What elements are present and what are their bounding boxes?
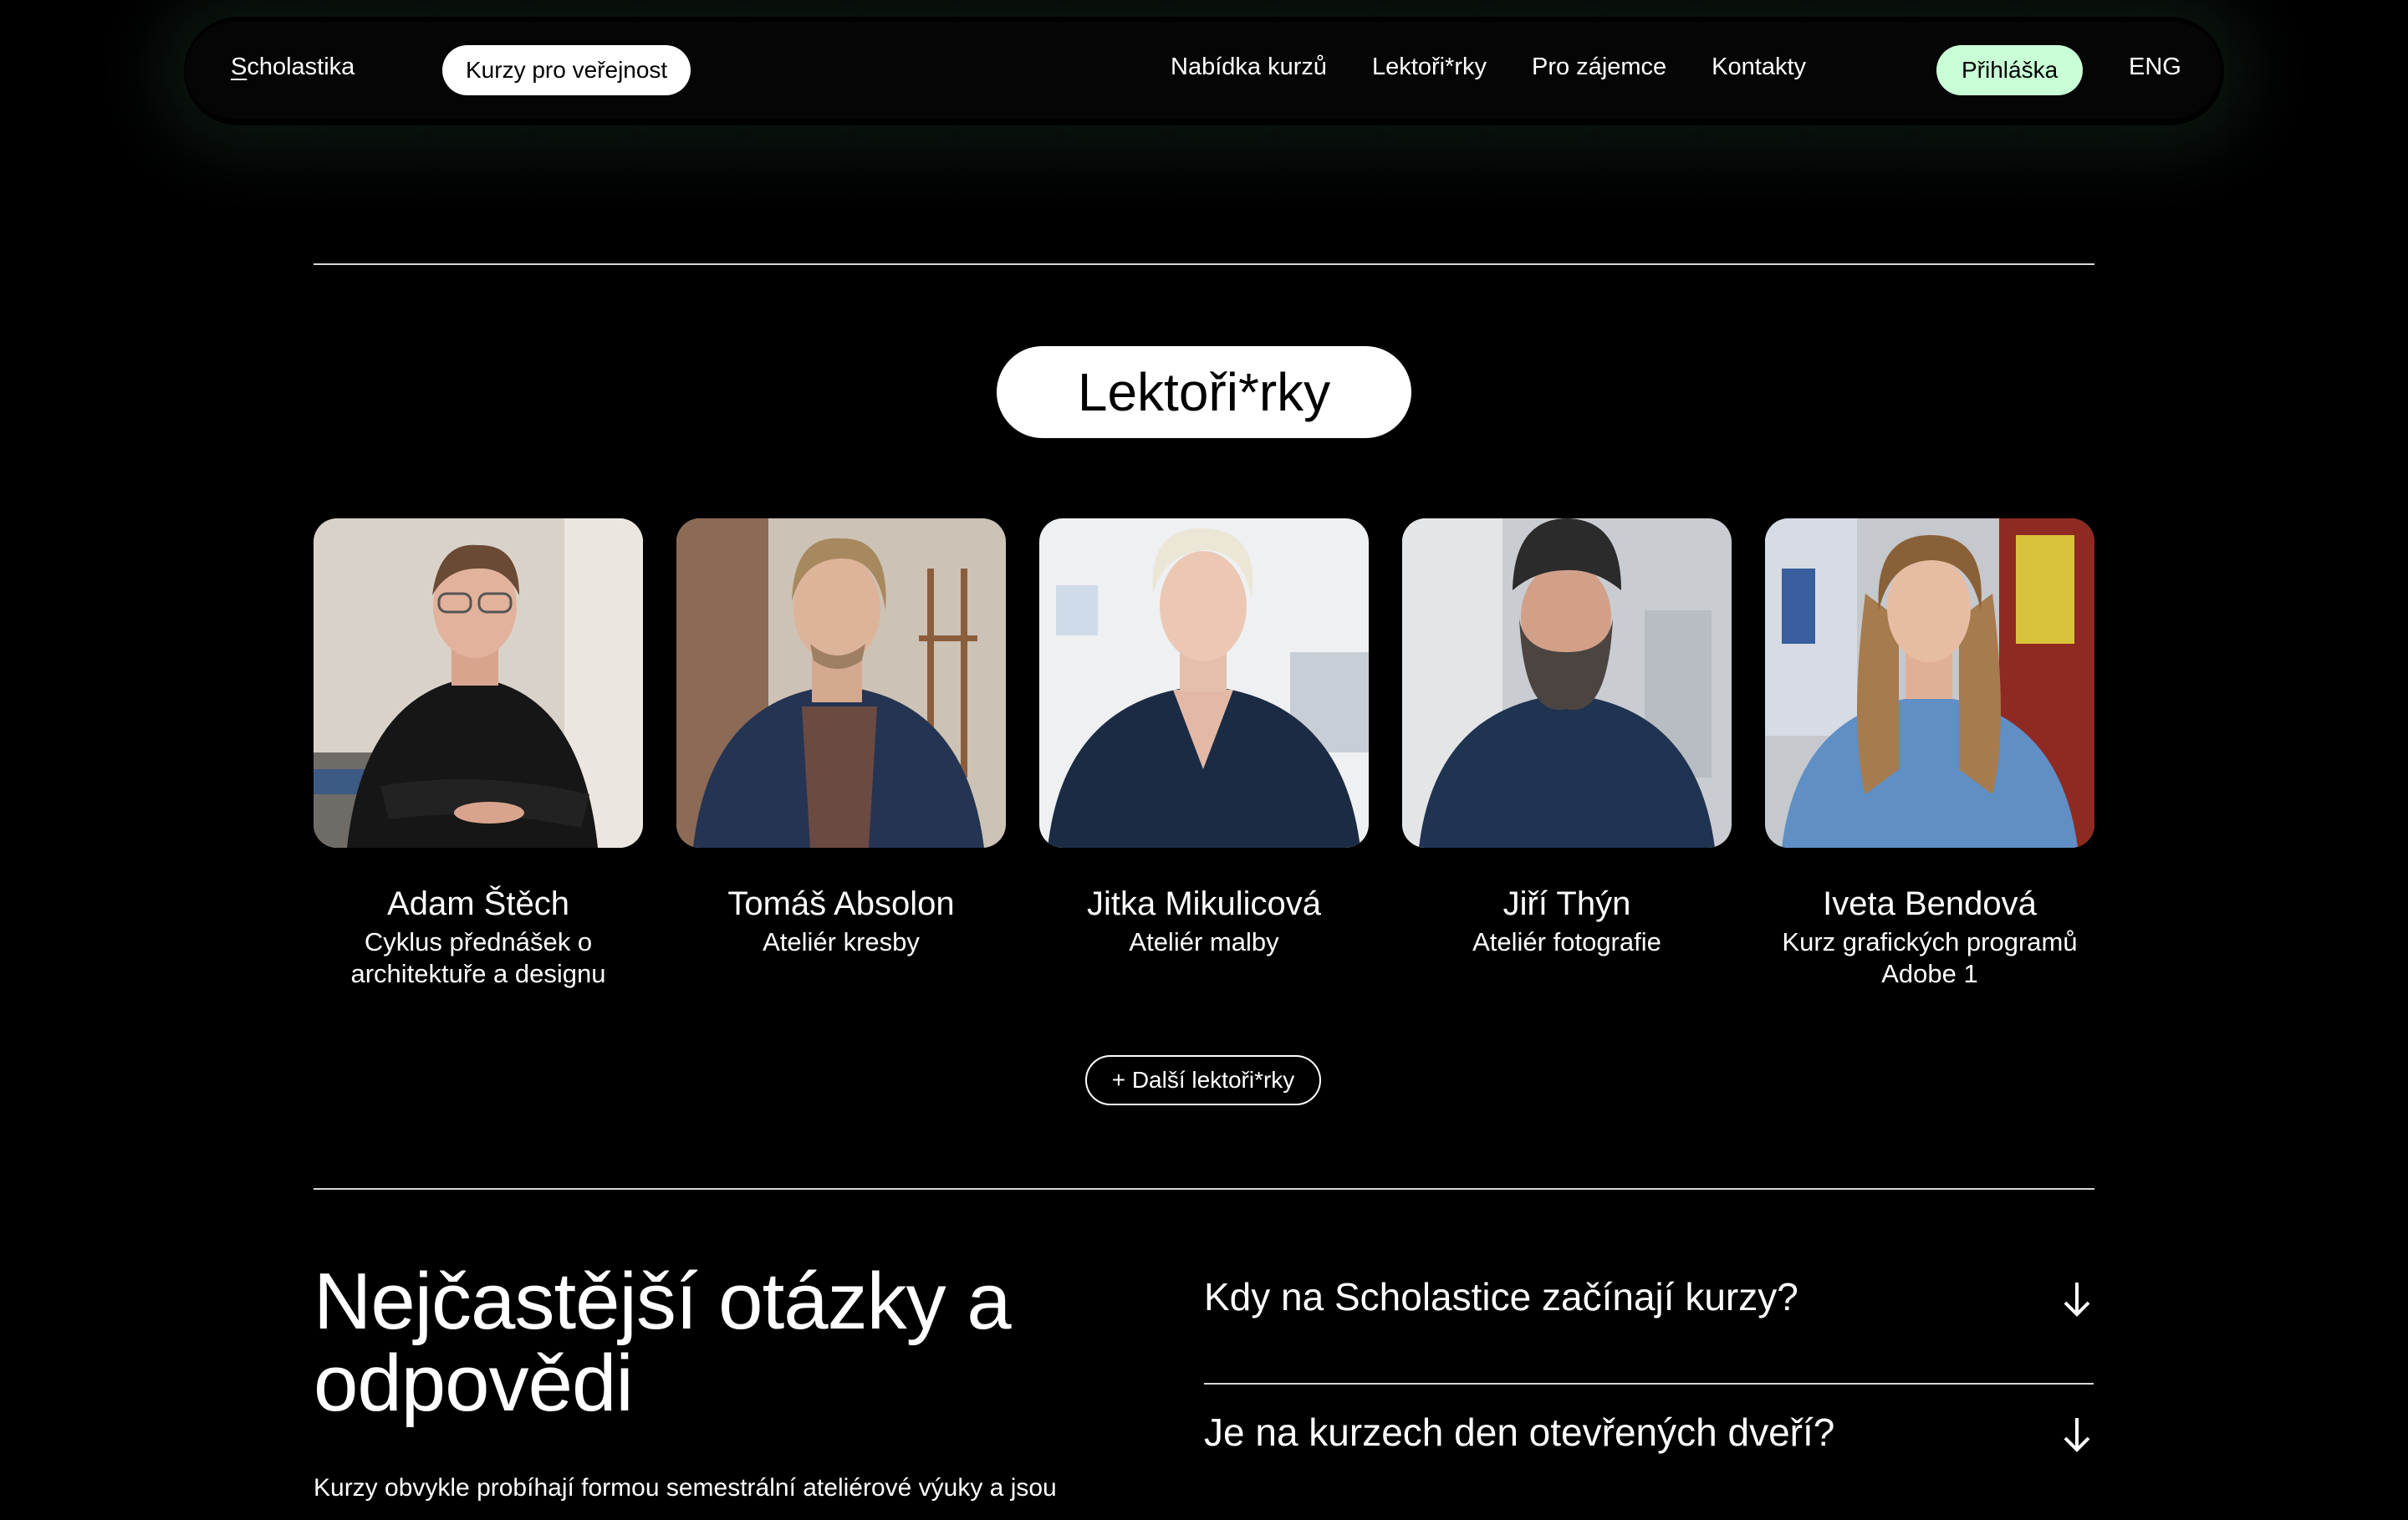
lecturer-name: Jitka Mikulicová bbox=[1086, 885, 1322, 922]
lecturer-portrait-image bbox=[676, 518, 1006, 848]
lecturer-photo[interactable] bbox=[676, 518, 1006, 848]
lecturer-name: Iveta Bendová bbox=[1823, 885, 2037, 922]
arrow-down-icon[interactable] bbox=[2060, 1415, 2094, 1455]
top-navbar: Scholastika Kurzy pro veřejnost Nabídka … bbox=[186, 22, 2221, 119]
lecturer-course: Kurz grafických programů Adobe 1 bbox=[1782, 927, 2078, 988]
faq-list: Kdy na Scholastice začínají kurzy? Je na… bbox=[1204, 1249, 2094, 1520]
lecturer-course: Ateliér kresby bbox=[763, 927, 920, 956]
lecturer-portrait-image bbox=[1039, 518, 1369, 848]
faq-item[interactable]: Je na kurzech den otevřených dveří? bbox=[1204, 1385, 2094, 1520]
faq-intro-text: Kurzy obvykle probíhají formou semestrál… bbox=[314, 1474, 1057, 1502]
lecturer-photo[interactable] bbox=[1402, 518, 1732, 848]
lecturer-name: Tomáš Absolon bbox=[727, 885, 955, 922]
nav-link-course-offer[interactable]: Nabídka kurzů bbox=[1171, 54, 1327, 81]
faq-title: Nejčastější otázky a odpovědi bbox=[314, 1257, 1012, 1428]
lecturer-photo[interactable] bbox=[314, 518, 643, 848]
lecturer-portrait-image bbox=[1402, 518, 1732, 848]
public-courses-button[interactable]: Kurzy pro veřejnost bbox=[442, 45, 691, 95]
nav-link-contacts[interactable]: Kontakty bbox=[1712, 54, 1806, 81]
lecturer-card[interactable]: Iveta Bendová Kurz grafických programů A… bbox=[1765, 518, 2094, 990]
lecturer-photo[interactable] bbox=[1039, 518, 1369, 848]
nav-link-for-applicants[interactable]: Pro zájemce bbox=[1532, 54, 1666, 81]
faq-item[interactable]: Kdy na Scholastice začínají kurzy? bbox=[1204, 1249, 2094, 1385]
brand-rest: cholastika bbox=[247, 54, 355, 80]
lecturer-name: Adam Štěch bbox=[387, 885, 569, 922]
lecturer-portrait-image bbox=[1765, 518, 2094, 848]
lecturer-cards: Adam Štěch Cyklus přednášek o architektu… bbox=[314, 518, 2094, 990]
nav-link-lecturers[interactable]: Lektoři*rky bbox=[1372, 54, 1487, 81]
brand-first-letter: S bbox=[231, 54, 247, 80]
lecturer-course: Ateliér fotografie bbox=[1472, 927, 1661, 956]
lecturer-card[interactable]: Jiří Thýn Ateliér fotografie bbox=[1402, 518, 1732, 990]
brand-logo-link[interactable]: Scholastika bbox=[231, 54, 355, 81]
section-divider-faq bbox=[314, 1188, 2094, 1190]
lecturer-name: Jiří Thýn bbox=[1502, 885, 1631, 922]
language-switch-link[interactable]: ENG bbox=[2129, 54, 2181, 81]
arrow-down-icon[interactable] bbox=[2060, 1279, 2094, 1319]
section-divider-top bbox=[314, 263, 2094, 265]
nav-links: Nabídka kurzů Lektoři*rky Pro zájemce Ko… bbox=[1171, 54, 1806, 81]
faq-question[interactable]: Kdy na Scholastice začínají kurzy? bbox=[1204, 1274, 1798, 1320]
lecturer-portrait-image bbox=[314, 518, 643, 848]
more-lecturers-button[interactable]: + Další lektoři*rky bbox=[1085, 1055, 1321, 1105]
lecturer-course: Cyklus přednášek o architektuře a design… bbox=[350, 927, 606, 988]
lecturer-card[interactable]: Tomáš Absolon Ateliér kresby bbox=[676, 518, 1006, 990]
faq-question[interactable]: Je na kurzech den otevřených dveří? bbox=[1204, 1410, 1834, 1456]
lecturers-heading: Lektoři*rky bbox=[997, 346, 1411, 438]
lecturer-course: Ateliér malby bbox=[1129, 927, 1279, 956]
lecturer-card[interactable]: Adam Štěch Cyklus přednášek o architektu… bbox=[314, 518, 643, 990]
lecturer-photo[interactable] bbox=[1765, 518, 2094, 848]
apply-button[interactable]: Přihláška bbox=[1936, 45, 2084, 95]
lecturer-card[interactable]: Jitka Mikulicová Ateliér malby bbox=[1039, 518, 1369, 990]
